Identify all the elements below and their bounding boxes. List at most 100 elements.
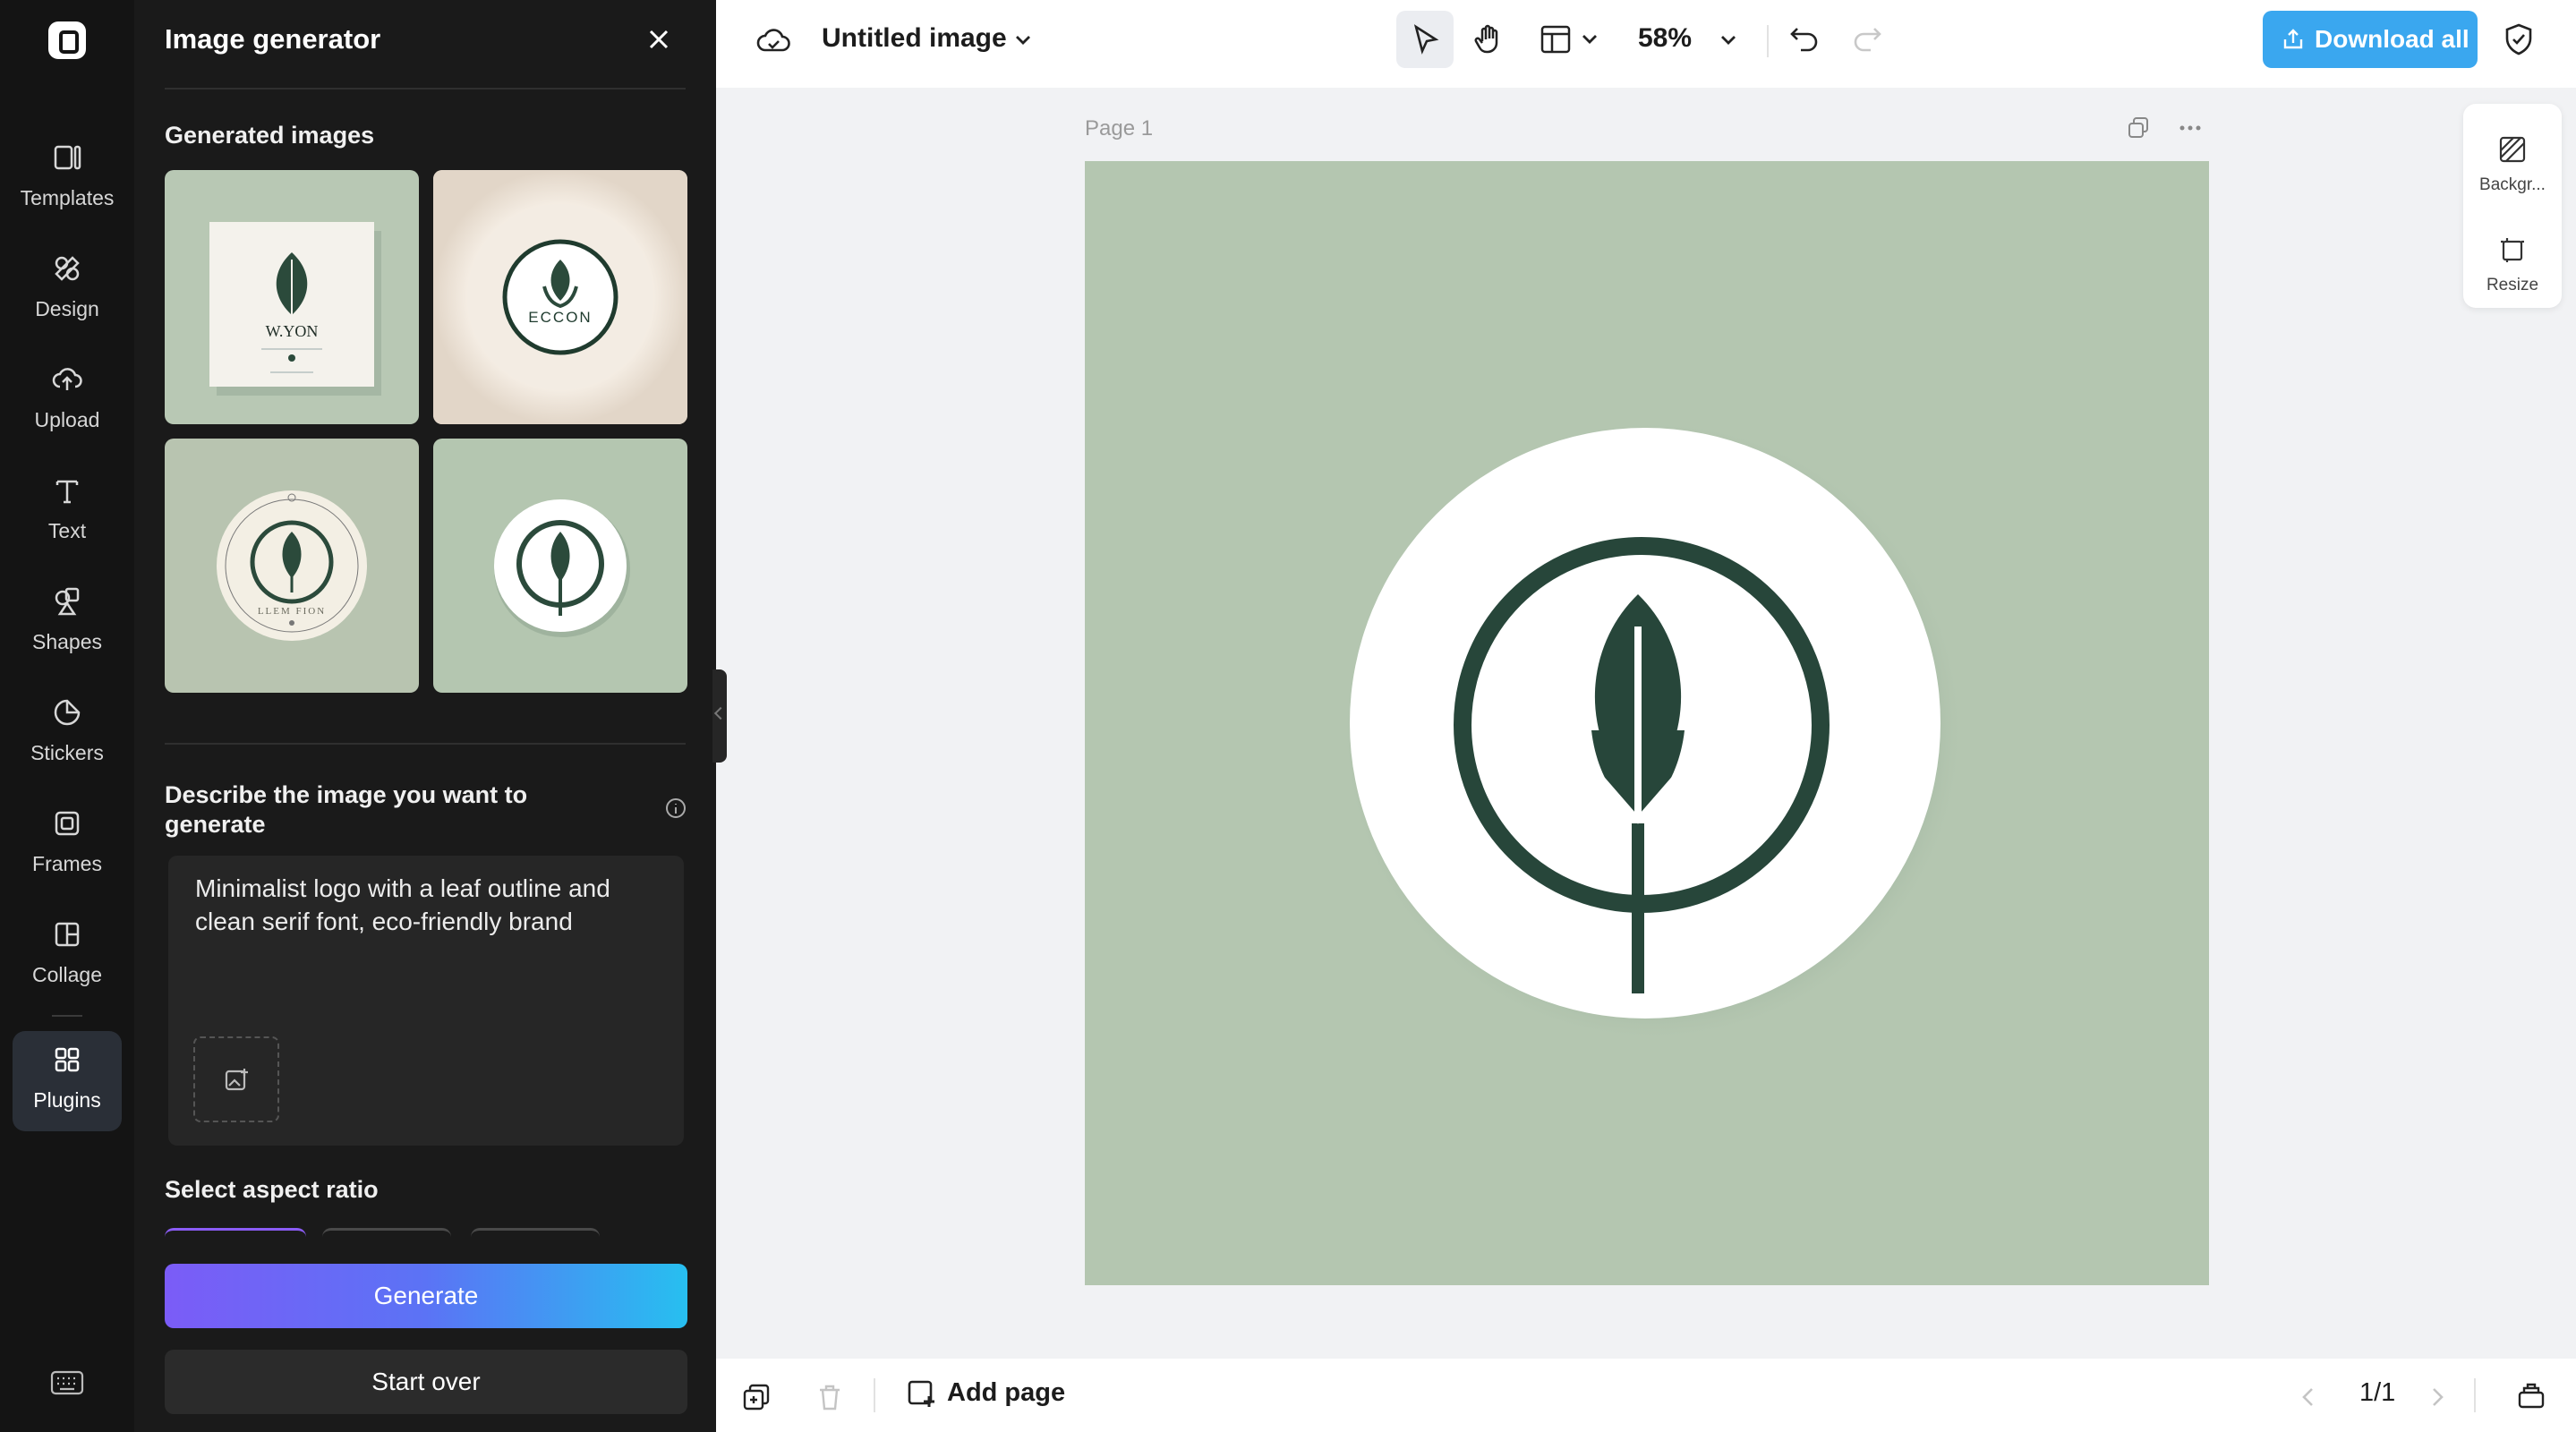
layout-icon[interactable] — [1538, 21, 1574, 57]
delete-page-icon[interactable] — [815, 1382, 845, 1412]
cursor-arrow-icon — [1413, 24, 1439, 55]
duplicate-page-icon[interactable] — [2125, 115, 2152, 141]
generated-image-3[interactable]: LLEM FION — [165, 439, 419, 693]
rail-item-text[interactable]: Text — [13, 462, 122, 562]
generated-image-2[interactable]: ECCON — [433, 170, 687, 424]
hand-tool-icon[interactable] — [1471, 21, 1507, 57]
shield-check-icon[interactable] — [2501, 21, 2537, 57]
keyboard-shortcuts-icon[interactable] — [50, 1369, 84, 1396]
close-icon[interactable] — [643, 23, 675, 55]
design-icon — [55, 256, 80, 281]
right-tool-panel: Backgr... Resize — [2463, 104, 2562, 308]
page-counter: 1/1 — [2359, 1378, 2396, 1407]
more-options-icon[interactable] — [2177, 115, 2204, 141]
undo-icon[interactable] — [1787, 21, 1822, 57]
redo-icon[interactable] — [1849, 21, 1885, 57]
background-tool[interactable]: Backgr... — [2463, 113, 2562, 202]
download-all-label: Download all — [2315, 25, 2469, 53]
start-over-button[interactable]: Start over — [165, 1350, 687, 1414]
image-generator-panel: Image generator Generated images W.YON E… — [134, 0, 716, 1432]
chevron-down-icon[interactable] — [1715, 27, 1742, 54]
toolbar-divider — [1767, 25, 1769, 57]
stickers-icon — [54, 699, 81, 726]
aspect-ratio-label: Select aspect ratio — [165, 1176, 379, 1203]
cloud-sync-icon[interactable] — [755, 23, 791, 59]
left-rail: Templates Design Upload Text Shapes Stic… — [0, 0, 134, 1432]
chevron-down-icon[interactable] — [1010, 27, 1036, 54]
rail-label: Text — [47, 519, 87, 542]
top-bar: Untitled image 58% Download all — [716, 0, 2576, 88]
zoom-level[interactable]: 58% — [1638, 23, 1692, 54]
generate-button[interactable]: Generate — [165, 1264, 687, 1328]
chevron-down-icon[interactable] — [1577, 27, 1602, 52]
plugins-icon — [55, 1047, 80, 1072]
toolbar-divider — [2474, 1378, 2476, 1412]
rail-item-upload[interactable]: Upload — [13, 351, 122, 451]
describe-label: Describe the image you want to generate — [165, 781, 528, 838]
add-page-button[interactable]: Add page — [906, 1378, 1065, 1408]
divider — [165, 743, 686, 745]
prompt-textarea[interactable]: Minimalist logo with a leaf outline and … — [168, 856, 684, 1146]
chevron-right-icon[interactable] — [2424, 1384, 2451, 1411]
add-page-label: Add page — [947, 1378, 1066, 1407]
reference-image-button[interactable] — [193, 1036, 279, 1122]
chevron-left-icon[interactable] — [2295, 1384, 2322, 1411]
select-tool-button[interactable] — [1396, 11, 1454, 68]
background-icon — [2499, 136, 2526, 163]
resize-tool[interactable]: Resize — [2463, 213, 2562, 303]
rail-label: Shapes — [31, 630, 102, 653]
rail-item-frames[interactable]: Frames — [13, 795, 122, 895]
rail-divider — [52, 1015, 82, 1017]
info-icon[interactable] — [664, 797, 687, 820]
generated-image-1[interactable]: W.YON — [165, 170, 419, 424]
add-page-icon — [908, 1380, 934, 1407]
rail-item-collage[interactable]: Collage — [13, 906, 122, 1006]
canvas-artboard[interactable] — [1085, 161, 2209, 1285]
rail-label: Stickers — [30, 741, 104, 764]
bottom-bar: Add page 1/1 — [716, 1359, 2576, 1432]
templates-icon — [54, 145, 81, 170]
leaf-logo-image — [1339, 417, 1966, 1044]
add-image-icon — [225, 1069, 248, 1091]
panel-title: Image generator — [165, 23, 381, 55]
frames-icon — [55, 811, 80, 836]
rail-item-stickers[interactable]: Stickers — [13, 684, 122, 784]
resize-tool-label: Resize — [2486, 276, 2539, 294]
page-actions — [2125, 115, 2214, 141]
shapes-icon — [55, 587, 80, 616]
rail-item-plugins[interactable]: Plugins — [13, 1031, 122, 1131]
rail-item-templates[interactable]: Templates — [13, 129, 122, 229]
thumbnail-caption: LLEM FION — [258, 606, 326, 617]
document-title[interactable]: Untitled image — [822, 23, 1007, 54]
aspect-ratio-option[interactable] — [471, 1228, 600, 1237]
aspect-ratio-option[interactable] — [322, 1228, 451, 1237]
collapse-panel-handle[interactable] — [712, 669, 727, 763]
prompt-text[interactable]: Minimalist logo with a leaf outline and … — [195, 872, 661, 938]
rail-item-shapes[interactable]: Shapes — [13, 573, 122, 673]
collage-icon — [55, 922, 80, 947]
download-all-button[interactable]: Download all — [2263, 11, 2478, 68]
rail-label: Collage — [32, 963, 102, 986]
toolbar-divider — [874, 1378, 875, 1412]
generated-image-4[interactable] — [433, 439, 687, 693]
rail-label: Frames — [32, 852, 102, 875]
pages-overview-icon[interactable] — [2515, 1380, 2547, 1412]
text-icon — [55, 480, 79, 504]
rail-label: Upload — [34, 408, 100, 431]
app-logo[interactable] — [48, 21, 86, 59]
page-label: Page 1 — [1085, 116, 1154, 141]
duplicate-page-icon[interactable] — [741, 1382, 772, 1412]
rail-label: Templates — [20, 186, 115, 209]
generated-images-label: Generated images — [165, 122, 375, 149]
aspect-ratio-option[interactable] — [165, 1228, 306, 1237]
rail-label: Design — [35, 297, 99, 320]
rail-label: Plugins — [33, 1088, 101, 1112]
aspect-ratio-options[interactable] — [165, 1228, 666, 1237]
thumbnail-caption: ECCON — [528, 309, 592, 326]
thumbnail-caption: W.YON — [266, 322, 319, 340]
rail-item-design[interactable]: Design — [13, 240, 122, 340]
resize-icon — [2501, 238, 2524, 262]
background-tool-label: Backgr... — [2479, 175, 2546, 194]
divider — [165, 88, 686, 90]
upload-icon — [52, 368, 82, 390]
